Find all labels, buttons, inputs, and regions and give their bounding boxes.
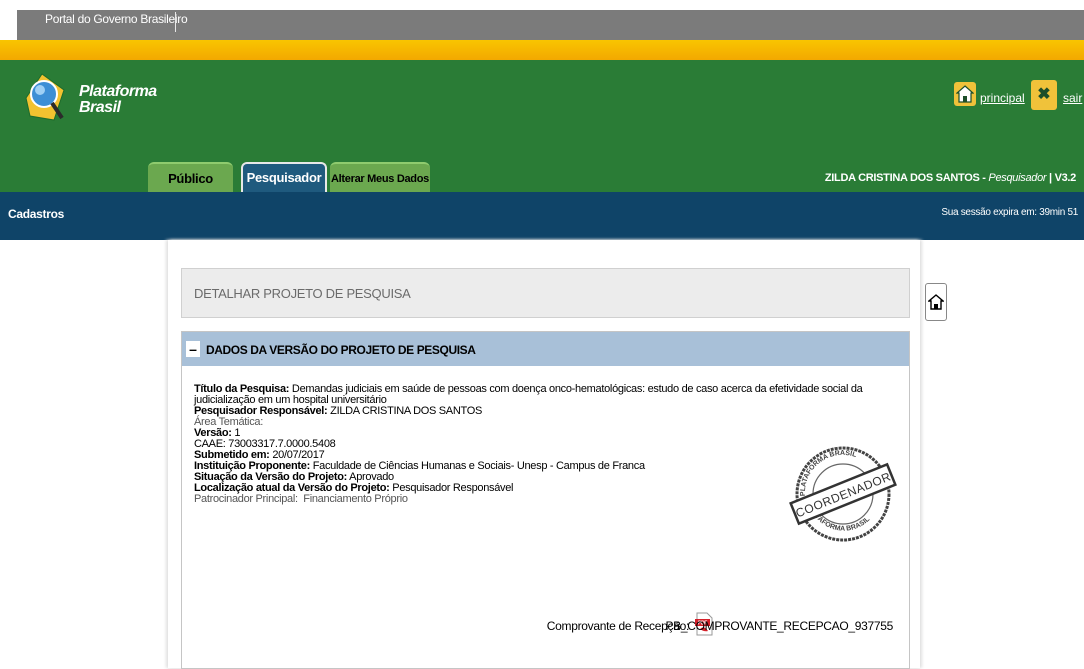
gov-portal-link[interactable]: Portal do Governo Brasileiro xyxy=(45,12,188,26)
sair-link[interactable]: sair xyxy=(1063,91,1082,105)
tab-pesquisador[interactable]: Pesquisador xyxy=(241,162,327,192)
globe-magnifier-icon xyxy=(25,73,65,121)
user-info: ZILDA CRISTINA DOS SANTOS - Pesquisador … xyxy=(824,172,1077,184)
exit-button[interactable]: ✖ xyxy=(1031,80,1057,110)
close-icon: ✖ xyxy=(1037,86,1051,103)
user-role: Pesquisador xyxy=(988,172,1047,184)
yellow-stripe xyxy=(0,40,1084,60)
menu-cadastros[interactable]: Cadastros xyxy=(8,207,64,221)
panel-title: DADOS DA VERSÃO DO PROJETO DE PESQUISA xyxy=(206,343,476,357)
divider xyxy=(175,12,176,32)
top-links: principal ✖ sair xyxy=(954,80,1084,120)
side-home-button[interactable] xyxy=(925,283,947,321)
field-label: Patrocinador Principal: xyxy=(194,493,298,505)
project-version-panel: – DADOS DA VERSÃO DO PROJETO DE PESQUISA… xyxy=(181,331,910,669)
tab-publico[interactable]: Público xyxy=(148,162,233,194)
home-icon xyxy=(928,294,944,310)
session-timer: Sua sessão expira em: 39min 51 xyxy=(941,207,1078,218)
field-pesquisador: Pesquisador Responsável: ZILDA CRISTINA … xyxy=(194,406,894,417)
collapse-button[interactable]: – xyxy=(186,341,200,357)
receipt-file-link[interactable]: PB_COMPROVANTE_RECEPCAO_937755 xyxy=(665,619,893,633)
plataforma-brasil-logo[interactable]: Plataforma Brasil xyxy=(24,68,157,148)
field-value: ZILDA CRISTINA DOS SANTOS xyxy=(330,405,483,417)
page-title-bar: DETALHAR PROJETO DE PESQUISA xyxy=(181,268,910,318)
field-value: Pesquisador Responsável xyxy=(392,482,514,494)
user-name: ZILDA CRISTINA DOS SANTOS xyxy=(824,172,980,184)
panel-header: – DADOS DA VERSÃO DO PROJETO DE PESQUISA xyxy=(182,332,909,366)
logo-line-1: Plataforma xyxy=(79,83,157,100)
app-version: V3.2 xyxy=(1054,172,1077,184)
field-area: Área Temática: xyxy=(194,417,894,428)
logo-text: Plataforma Brasil xyxy=(79,84,157,116)
gov-bar: Portal do Governo Brasileiro xyxy=(17,10,1084,40)
navbar: Cadastros Sua sessão expira em: 39min 51 xyxy=(0,192,1084,240)
field-value: Financiamento Próprio xyxy=(303,493,408,505)
coordenador-stamp-icon: PLATAFORMA BRASIL PLATAFORMA BRASIL COOR… xyxy=(789,446,897,542)
home-icon xyxy=(956,85,974,103)
field-titulo: Título da Pesquisa: Demandas judiciais e… xyxy=(194,384,894,406)
tab-alterar-meus-dados[interactable]: Alterar Meus Dados xyxy=(330,162,430,194)
field-value: Demandas judiciais em saúde de pessoas c… xyxy=(194,383,863,406)
page-title: DETALHAR PROJETO DE PESQUISA xyxy=(194,286,411,301)
receipt-row: Comprovante de Recepção: PDF PB_COMPROVA… xyxy=(547,612,893,638)
logo-line-2: Brasil xyxy=(79,99,121,116)
home-button[interactable] xyxy=(954,82,976,106)
principal-link[interactable]: principal xyxy=(980,91,1025,105)
